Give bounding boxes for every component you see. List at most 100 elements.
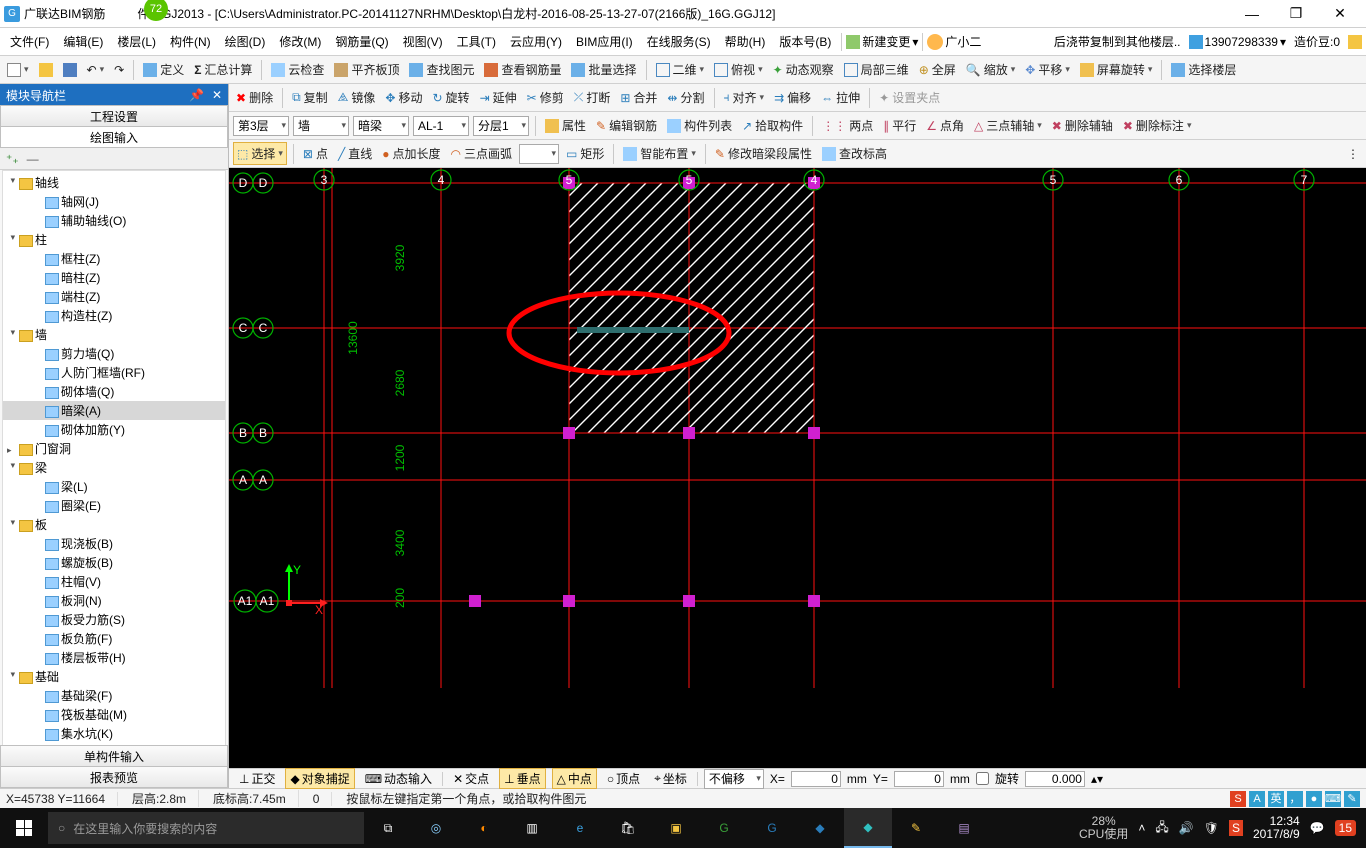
arc-mode-dropdown[interactable] <box>519 144 559 164</box>
undo-icon[interactable]: ↶▾ <box>84 61 108 79</box>
snap-coord[interactable]: ⌖ 坐标 <box>650 769 691 788</box>
select-tool[interactable]: ⬚选择▾ <box>233 142 287 165</box>
rotate-input[interactable] <box>1025 771 1085 787</box>
tab-single-member[interactable]: 单构件输入 <box>0 745 228 767</box>
panel-close-icon[interactable]: ✕ <box>212 88 222 102</box>
menu-member[interactable]: 构件(N) <box>164 30 217 53</box>
redo-icon[interactable]: ↷ <box>111 61 127 79</box>
trim-button[interactable]: ✂修剪 <box>524 87 567 108</box>
snap-perp[interactable]: ⊥ 垂点 <box>499 768 545 789</box>
menu-bim[interactable]: BIM应用(I) <box>570 30 639 53</box>
osnap-toggle[interactable]: ◆ 对象捕捉 <box>285 768 354 789</box>
snap-mid[interactable]: △ 中点 <box>552 768 597 789</box>
arc3-tool[interactable]: ◠三点画弧 <box>447 143 515 164</box>
menu-file[interactable]: 文件(F) <box>4 30 55 53</box>
dellabel-button[interactable]: ✖删除标注▾ <box>1120 115 1195 136</box>
menu-cloud[interactable]: 云应用(Y) <box>504 30 568 53</box>
app-icon-1[interactable]: ◎ <box>412 808 460 848</box>
local3d-button[interactable]: 局部三维 <box>841 59 912 80</box>
store-icon[interactable]: 🛍 <box>604 808 652 848</box>
app-icon-6[interactable]: ◆ <box>796 808 844 848</box>
topview-button[interactable]: 俯视▾ <box>711 59 766 80</box>
cpu-meter[interactable]: 28%CPU使用 <box>1079 815 1128 841</box>
tab-report[interactable]: 报表预览 <box>0 766 228 788</box>
floor-dropdown[interactable]: 第3层 <box>233 116 289 136</box>
menu-floor[interactable]: 楼层(L) <box>111 30 162 53</box>
mirror-button[interactable]: ⧌镜像 <box>335 87 379 108</box>
tab-draw-input[interactable]: 绘图输入 <box>0 126 228 148</box>
open-icon[interactable] <box>36 61 56 79</box>
app-icon-2[interactable]: ◐ <box>460 808 508 848</box>
taskview-icon[interactable]: ⧉ <box>364 808 412 848</box>
tray-notify-icon[interactable]: 💬 <box>1310 821 1325 835</box>
delete-button[interactable]: ✖删除 <box>233 87 276 108</box>
parallel-button[interactable]: ∥平行 <box>880 115 919 136</box>
define-button[interactable]: 定义 <box>140 59 187 80</box>
flat-button[interactable]: 平齐板顶 <box>331 59 402 80</box>
edge-icon[interactable]: e <box>556 808 604 848</box>
ptlen-tool[interactable]: ●点加长度 <box>379 143 443 164</box>
line-tool[interactable]: ╱直线 <box>335 143 375 164</box>
attr-button[interactable]: 属性 <box>542 115 589 136</box>
x-input[interactable] <box>791 771 841 787</box>
category-dropdown[interactable]: 墙 <box>293 116 349 136</box>
align-button[interactable]: ⫞对齐▾ <box>721 87 768 108</box>
window-maximize[interactable]: ❐ <box>1274 0 1318 28</box>
member-tree[interactable]: 轴线 轴网(J) 辅助轴线(O) 柱 框柱(Z) 暗柱(Z) 端柱(Z) 构造柱… <box>2 170 226 746</box>
window-minimize[interactable]: — <box>1230 0 1274 28</box>
collapse-icon[interactable]: ― <box>27 152 39 166</box>
tree-selected-hidden-beam[interactable]: 暗梁(A) <box>3 401 225 420</box>
layer-dropdown[interactable]: 分层1 <box>473 116 529 136</box>
offset-button[interactable]: ⇉偏移 <box>771 87 814 108</box>
fullscreen-button[interactable]: ⊕全屏 <box>916 59 959 80</box>
offset-mode-dropdown[interactable]: 不偏移 <box>704 769 764 789</box>
explorer-icon[interactable]: ▣ <box>652 808 700 848</box>
toolbar-overflow[interactable]: ⋮ <box>1344 145 1362 163</box>
subcat-dropdown[interactable]: 暗梁 <box>353 116 409 136</box>
menu-draw[interactable]: 绘图(D) <box>219 30 272 53</box>
rotate-button[interactable]: ↻旋转 <box>429 87 472 108</box>
rotate-checkbox[interactable] <box>976 772 989 785</box>
new-change-button[interactable]: 新建变更 ▾ <box>846 33 918 50</box>
app-icon-4[interactable]: G <box>700 808 748 848</box>
twopt-button[interactable]: ⋮⋮两点 <box>819 115 876 136</box>
app-icon-9[interactable]: ▤ <box>940 808 988 848</box>
viewrebar-button[interactable]: 查看钢筋量 <box>481 59 564 80</box>
taskbar-search[interactable]: ○ 在这里输入你要搜索的内容 <box>48 812 364 844</box>
y-input[interactable] <box>894 771 944 787</box>
save-icon[interactable] <box>60 61 80 79</box>
viewlabel-button[interactable]: 查改标高 <box>819 143 890 164</box>
cloudcheck-button[interactable]: 云检查 <box>268 59 327 80</box>
app-icon-3[interactable]: ▥ <box>508 808 556 848</box>
menu-edit[interactable]: 编辑(E) <box>57 30 109 53</box>
snap-inter[interactable]: ✕ 交点 <box>449 769 493 788</box>
selfloor-button[interactable]: 选择楼层 <box>1168 59 1239 80</box>
smart-button[interactable]: 智能布置▾ <box>620 143 699 164</box>
copy-button[interactable]: ⧉复制 <box>289 87 331 108</box>
move-button[interactable]: ✥移动 <box>382 87 425 108</box>
expand-icon[interactable]: ⁺₊ <box>6 152 19 166</box>
merge-button[interactable]: ⊞合并 <box>617 87 660 108</box>
coin-icon[interactable] <box>1348 35 1362 49</box>
rect-tool[interactable]: ▭矩形 <box>563 143 607 164</box>
sum-button[interactable]: Σ 汇总计算 <box>191 59 255 80</box>
tab-project-settings[interactable]: 工程设置 <box>0 105 228 127</box>
menu-tools[interactable]: 工具(T) <box>451 30 502 53</box>
snap-apex[interactable]: ○ 顶点 <box>603 769 644 788</box>
menu-modify[interactable]: 修改(M) <box>273 30 327 53</box>
tray-net-icon[interactable]: 🖧 <box>1155 818 1168 839</box>
pan-button[interactable]: ✥平移▾ <box>1022 59 1073 80</box>
screenrot-button[interactable]: 屏幕旋转▾ <box>1077 59 1156 80</box>
pick-button[interactable]: ↗拾取构件 <box>739 115 806 136</box>
menu-online[interactable]: 在线服务(S) <box>641 30 717 53</box>
stretch-button[interactable]: ⇔拉伸 <box>818 87 863 108</box>
user-button[interactable]: 广小二 <box>927 33 981 50</box>
menu-view[interactable]: 视图(V) <box>397 30 449 53</box>
tray-ime-icon[interactable]: S <box>1229 820 1243 836</box>
editrebar-button[interactable]: ✎编辑钢筋 <box>593 115 660 136</box>
start-button[interactable] <box>0 808 48 848</box>
ptangle-button[interactable]: ∠点角 <box>923 115 967 136</box>
orbit-button[interactable]: ✦动态观察 <box>770 59 837 80</box>
tray-badge[interactable]: 15 <box>1335 820 1356 836</box>
tray-vol-icon[interactable]: 🔊 <box>1179 821 1194 835</box>
